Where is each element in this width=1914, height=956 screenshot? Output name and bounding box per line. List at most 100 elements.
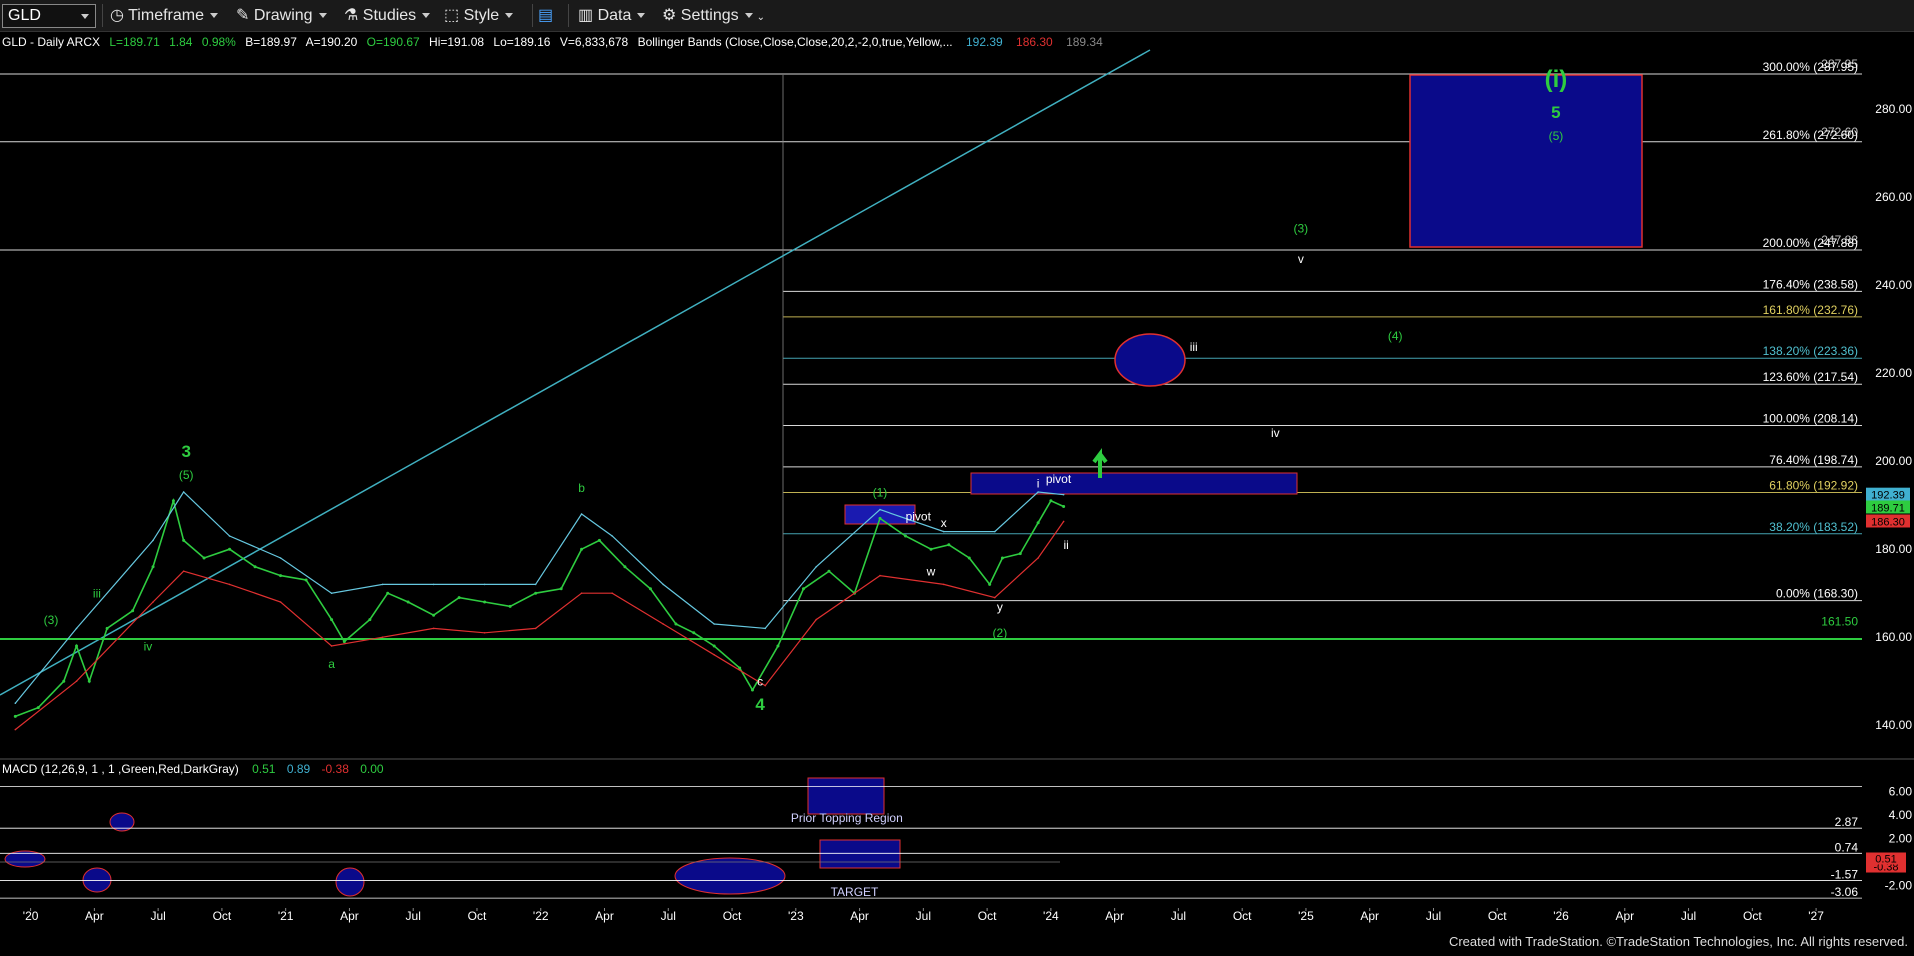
target-box-wave-5[interactable] [1409,74,1643,248]
data-point-GLD [202,556,206,560]
layout-icon: ▤ [538,7,554,24]
x-tick-label: '27 [1808,909,1824,923]
fib-level-label: 61.80% (192.92) [1769,478,1858,492]
data-point-GLD [105,626,109,630]
data-point-upper-band [764,627,767,630]
price-tag-label: 192.39 [1871,490,1905,502]
wave-label: (5) [179,468,194,482]
data-point-lower-band [1062,520,1065,523]
settings-button[interactable]: ⚙ Settings ⌄ [662,4,765,27]
pct-change: 0.98% [202,35,236,49]
data-point-GLD [597,538,601,542]
studies-button[interactable]: ⚗ Studies [344,4,431,27]
data-point-GLD [534,591,538,595]
x-tick-label: Oct [213,909,232,923]
wave-label: (1) [873,485,888,499]
series-line-GLD[interactable] [15,497,1064,718]
data-point-upper-band [483,583,486,586]
wave-label: y [997,600,1003,614]
macd-level-label: -1.57 [1831,868,1859,882]
data-point-GLD [62,679,66,683]
studies-label: Studies [362,7,417,24]
macd-pane [4,777,901,897]
symbol-text: GLD [8,7,41,24]
data-point-upper-band [662,583,664,586]
chevron-down-icon [318,13,327,19]
data-point-lower-band [75,680,78,682]
wave-label: (3) [1294,221,1309,235]
chevron-down-icon [209,13,218,19]
bollinger-study-label: Bollinger Bands (Close,Close,Close,20,2,… [638,35,953,49]
macd-ellipse[interactable] [674,857,786,895]
macd-ellipse[interactable] [335,867,365,897]
data-point-GLD [406,600,410,604]
data-point-upper-band [1037,491,1039,493]
data-point-GLD [330,618,334,622]
macd-tick-label: -2.00 [1885,879,1913,893]
data-point-GLD [623,565,627,569]
data-point-GLD [279,574,283,578]
data-point-lower-band [14,728,17,731]
y-tick-label: 220.00 [1875,366,1912,380]
pivot-box-lower[interactable] [844,504,916,525]
data-point-GLD [342,640,346,644]
x-tick-label: Oct [1743,909,1762,923]
data-button[interactable]: ▥ Data [578,4,646,27]
symbol-selector[interactable]: GLD [2,4,96,28]
x-tick-label: Jul [916,909,931,923]
data-point-GLD [947,543,951,547]
macd-value: 0.51 [252,762,276,776]
prior-topping-region-box[interactable] [807,777,885,815]
wave-label: 5 [1551,103,1560,122]
macd-axis: 2.870.74-1.57-3.066.004.002.00-2.00-0.38… [791,784,1912,899]
data-point-GLD [368,618,372,622]
target-ellipse-iii[interactable] [1114,333,1186,387]
wave-labels: 3(5)(3)iiiivabc4(1)pivot xwy(2)i pivotiiii… [44,66,1568,714]
fib-level-label: 100.00% (208.14) [1763,412,1858,426]
copyright-footer: Created with TradeStation. ©TradeStation… [1448,934,1908,949]
data-point-GLD [228,547,232,551]
data-point-GLD [182,538,186,542]
wave-label: pivot [1046,472,1072,486]
data-point-upper-band [580,513,583,515]
data-point-GLD [13,714,17,718]
series-line-lower-band[interactable] [14,521,1065,731]
chart-area[interactable]: 300.00% (287.95) 261.80% (272.60) 200.00% … [0,32,1914,951]
data-point-GLD [131,609,135,613]
timeframe-button[interactable]: ◷ Timeframe [110,4,218,27]
layout-button[interactable]: ▤ [538,4,553,27]
style-button[interactable]: ⬚ Style [444,4,514,27]
macd-tick-label: 2.00 [1889,831,1913,845]
price-tags: 192.39189.71 186.30 [1866,487,1910,528]
data-point-GLD [801,587,805,591]
x-tick-label: '22 [533,909,549,923]
x-tick-label: Jul [1681,909,1696,923]
macd-tick-label: 4.00 [1889,808,1913,822]
target-box[interactable] [819,839,901,869]
price-chart[interactable]: 300.00% (287.95)261.80% (272.60)200.00% … [0,32,1914,951]
data-point-upper-band [879,508,881,511]
x-tick-label: Apr [595,909,614,923]
macd-annotation: TARGET [831,885,879,899]
x-tick-label: Oct [468,909,487,923]
wave-label: ii [1064,538,1069,552]
bid-price: B=189.97 [245,35,297,49]
last-price: L=189.71 [109,35,160,49]
wave-label: (4) [1388,329,1403,343]
fib-level-extra-value: 272.60 [1821,125,1858,139]
macd-annotation: Prior Topping Region [791,811,903,825]
macd-value-tag-label: 0.51 [1875,854,1896,866]
macd-ellipse[interactable] [82,867,112,893]
chevron-down-icon[interactable] [81,14,89,19]
pivot-box-upper[interactable] [970,472,1298,495]
price-tag-label: 189.71 [1871,502,1905,514]
macd-tick-label: 6.00 [1889,784,1913,798]
wave-label: 3 [181,442,190,461]
x-tick-label: '25 [1298,909,1314,923]
data-point-upper-band [611,535,613,537]
drawing-button[interactable]: ✎ Drawing [236,4,327,27]
fib-level-extra-value: 287.95 [1821,57,1858,71]
x-tick-label: Oct [1488,909,1507,923]
macd-hist-value: -0.38 [322,762,350,776]
x-tick-label: Jul [406,909,421,923]
